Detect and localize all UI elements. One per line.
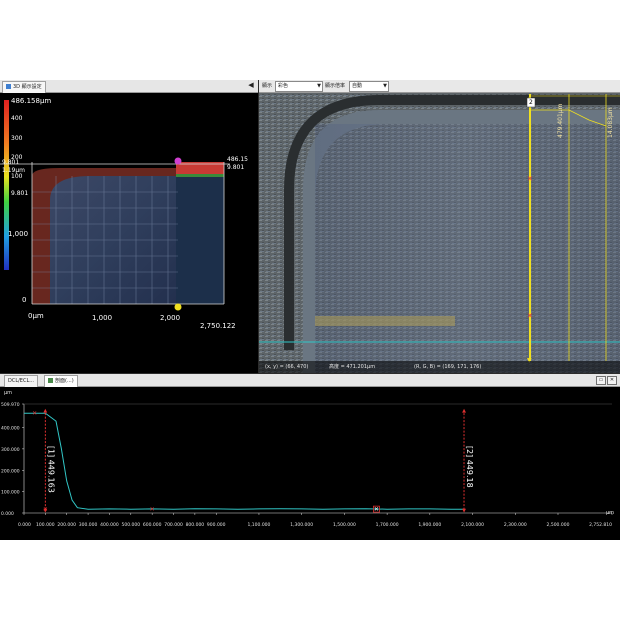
x-tick-label: 2,752.810	[589, 522, 612, 528]
x-unit-label: μm	[606, 510, 614, 516]
application-window: 3D 顯示設定 ◀ 486.158μm 400 300 200 100 9.80…	[0, 80, 620, 540]
model-top-edge-green	[176, 174, 224, 177]
x-axis-1000: 1,000	[92, 314, 113, 322]
x-axis-0: 0μm	[28, 312, 44, 320]
x-tick-label: 2,300.000	[504, 522, 527, 528]
measure-1-arrow-up-icon: ▲	[43, 408, 47, 414]
close-button[interactable]: ✕	[607, 376, 617, 385]
3d-view-pane: 3D 顯示設定 ◀ 486.158μm 400 300 200 100 9.80…	[0, 80, 258, 373]
measure-1-label: [1] 449.163	[46, 446, 55, 493]
y-unit-label: μm	[4, 390, 12, 396]
measure-cross-3-icon: ✕	[527, 312, 533, 320]
x-tick-label: 900.000	[207, 522, 226, 528]
optical-image[interactable]: ✕ ✕ ✕ ▲ ▼	[259, 80, 620, 373]
x-tick-label: 1,300.000	[290, 522, 313, 528]
z-axis-0: 0	[22, 296, 27, 304]
x-tick-label: 200.000	[57, 522, 76, 528]
x-tick-label: 1,900.000	[418, 522, 441, 528]
y-tick-label: 400.000	[1, 426, 20, 432]
restore-button[interactable]: ▭	[596, 376, 606, 385]
image-tint	[315, 124, 620, 373]
cross-marker-2-icon: ✕	[43, 506, 48, 513]
y-tick-label: 300.000	[1, 447, 20, 453]
model-side-face	[176, 164, 224, 304]
display-zoom-select[interactable]: 自動 ▼	[349, 81, 389, 92]
y-tick-label: 100.000	[1, 490, 20, 496]
y-tick-label: 0.000	[1, 511, 14, 517]
model-top-right-value: 486.15	[227, 156, 248, 163]
x-tick-label: 800.000	[186, 522, 205, 528]
profile-series-line	[24, 412, 464, 510]
image-view-pane: ✕ ✕ ✕ ▲ ▼ 2 479.401μm 14.083μm 顯示 彩色▼ 顯示…	[259, 80, 620, 373]
x-axis-end: 2,750.122	[200, 322, 236, 330]
x-tick-label: 700.000	[164, 522, 183, 528]
image-status-bar: (x, y) = (66, 470) 高度 = 471.201μm (R, G,…	[259, 361, 620, 373]
image-toolbar: 顯示 彩色 ▼ 顯示倍率 自動 ▼	[259, 80, 620, 93]
x-tick-label: 600.000	[143, 522, 162, 528]
measure-value-2: 14.083μm	[607, 107, 614, 138]
status-height: 高度 = 471.201μm	[329, 364, 376, 370]
measure-value-1: 479.401μm	[557, 103, 564, 138]
scale-min-label: 9.801	[11, 190, 29, 197]
cursor-handle-bottom-icon[interactable]	[174, 303, 182, 311]
cross-marker-1-icon: ✕	[32, 410, 37, 417]
x-tick-label: 400.000	[100, 522, 119, 528]
cross-marker-4-icon: ✕	[374, 506, 379, 513]
display-mode-select[interactable]: 彩色 ▼	[275, 81, 323, 92]
scale-tick-400: 400	[11, 115, 23, 122]
x-tick-label: 0.000	[18, 522, 31, 528]
model-top-right-value-2: 9.801	[227, 164, 245, 171]
profile-chart[interactable]: μmμm509.970400.000300.000200.000100.0000…	[0, 386, 620, 540]
display-mode-label: 顯示	[262, 83, 273, 89]
x-tick-label: 1,100.000	[248, 522, 271, 528]
image-gold-streak	[315, 316, 455, 326]
chevron-down-icon: ▼	[383, 83, 387, 89]
status-rgb: (R, G, B) = (169, 171, 176)	[414, 364, 482, 370]
display-zoom-label: 顯示倍率	[325, 83, 346, 89]
measure-cross-2-icon: ✕	[527, 175, 533, 183]
measure-2-arrow-up-icon: ▲	[462, 408, 466, 414]
chevron-down-icon: ▼	[317, 83, 321, 89]
x-axis-2000: 2,000	[160, 314, 181, 322]
x-tick-label: 1,700.000	[376, 522, 399, 528]
y-tick-label: 509.970	[1, 402, 20, 408]
model-top-left-value: 9.801	[2, 159, 20, 166]
profile-icon	[48, 378, 53, 383]
z-axis-1000: 1,000	[8, 230, 29, 238]
x-tick-label: 300.000	[79, 522, 98, 528]
status-xy: (x, y) = (66, 470)	[265, 364, 309, 370]
scale-max-label: 486.158μm	[11, 97, 52, 105]
measure-2-label: [2] 449.18	[465, 446, 474, 488]
profile-pane: DCL/ECL... 剖面(...) ▭ ✕ μm μm 509.970 400.00…	[0, 374, 620, 540]
measure-marker-label: 2	[529, 99, 533, 106]
scale-tick-300: 300	[11, 135, 23, 142]
model-top-left-value-2: 1.19μm	[2, 167, 26, 174]
x-tick-label: 1,500.000	[333, 522, 356, 528]
x-tick-label: 100.000	[36, 522, 55, 528]
x-tick-label: 2,100.000	[461, 522, 484, 528]
x-tick-label: 500.000	[121, 522, 140, 528]
measure-2-arrow-down-icon: ▼	[462, 508, 466, 514]
color-scale-bar	[4, 100, 9, 270]
cross-marker-3-icon: ✕	[150, 506, 155, 513]
y-tick-label: 200.000	[1, 468, 20, 474]
x-tick-label: 2,500.000	[547, 522, 570, 528]
cursor-handle-top-icon[interactable]	[174, 157, 182, 165]
